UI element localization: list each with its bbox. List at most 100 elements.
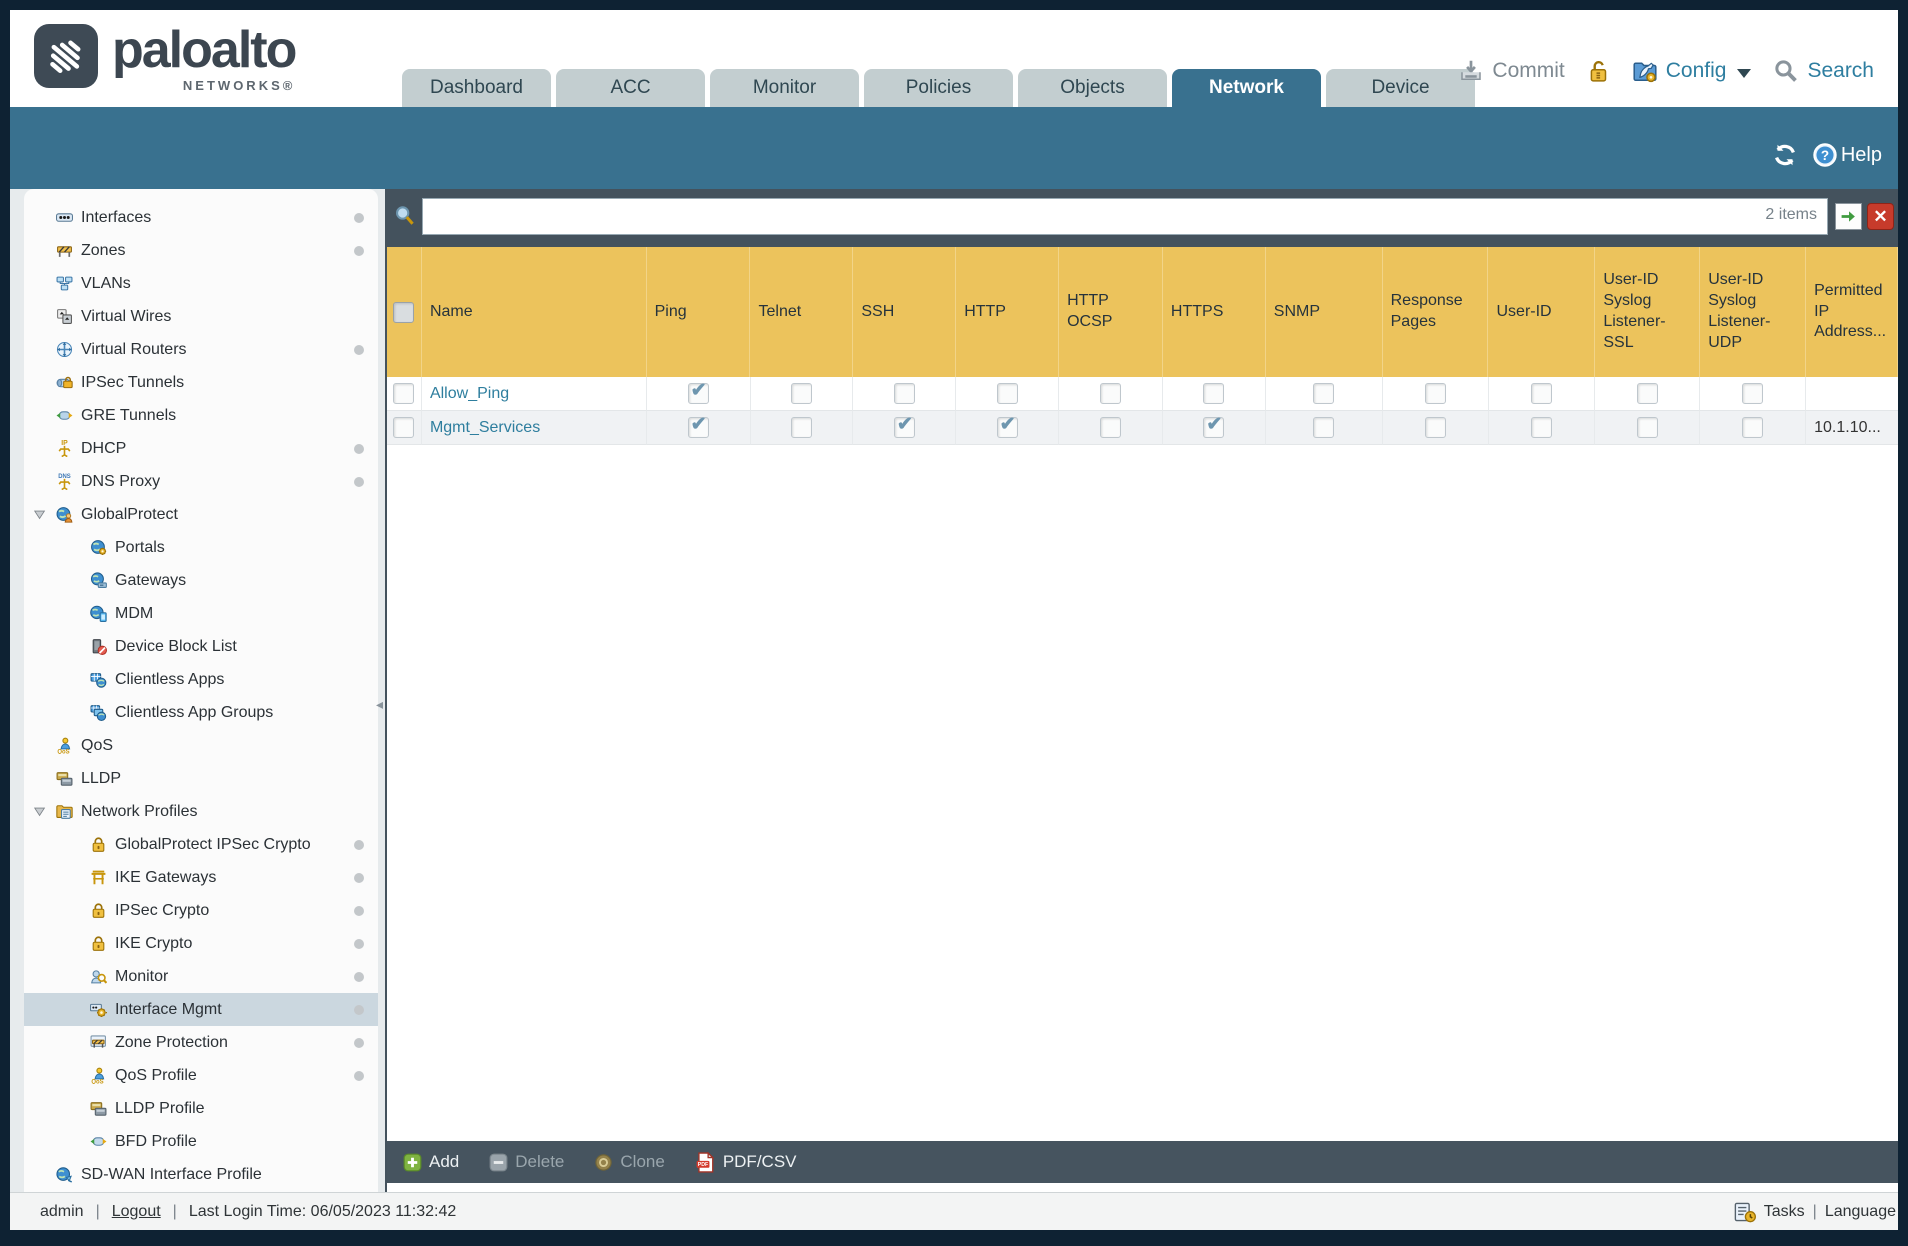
service-checkbox[interactable] xyxy=(790,383,812,404)
service-checkbox[interactable] xyxy=(893,383,915,404)
service-checkbox[interactable] xyxy=(1530,417,1552,438)
sidebar-item-globalprotect[interactable]: GlobalProtect xyxy=(24,498,378,531)
tab-network[interactable]: Network xyxy=(1172,69,1321,107)
sidebar-item-qos[interactable]: QoS QoS xyxy=(24,729,378,762)
sidebar-item-lldp-profile[interactable]: LLDP Profile xyxy=(24,1092,378,1125)
service-checkbox-checked[interactable] xyxy=(1203,413,1225,438)
service-checkbox[interactable] xyxy=(996,383,1018,404)
column-header-http[interactable]: HTTP xyxy=(956,247,1060,377)
service-checkbox-checked[interactable] xyxy=(687,379,709,404)
sidebar-item-network-profiles[interactable]: Network Profiles xyxy=(24,795,378,828)
sidebar-item-clientless-apps[interactable]: Clientless Apps xyxy=(24,663,378,696)
sidebar-item-label: IPSec Tunnels xyxy=(81,373,185,391)
service-checkbox[interactable] xyxy=(1203,383,1225,404)
service-checkbox[interactable] xyxy=(1313,383,1335,404)
service-checkbox[interactable] xyxy=(1100,383,1122,404)
column-header-user-id-syslog-listener-ssl[interactable]: User-ID Syslog Listener-SSL xyxy=(1595,247,1701,377)
config-menu-button[interactable]: Config xyxy=(1666,59,1727,83)
commit-button[interactable]: Commit xyxy=(1492,59,1564,83)
column-header-https[interactable]: HTTPS xyxy=(1163,247,1266,377)
column-header-name[interactable]: Name xyxy=(422,247,647,377)
service-checkbox-checked[interactable] xyxy=(893,413,915,438)
sidebar-item-interfaces[interactable]: Interfaces xyxy=(24,201,378,234)
delete-button[interactable]: Delete xyxy=(489,1152,564,1172)
column-header-ssh[interactable]: SSH xyxy=(853,247,957,377)
tab-dashboard[interactable]: Dashboard xyxy=(402,69,551,107)
qos-icon: QoS xyxy=(56,737,73,754)
sidebar-item-dns-proxy[interactable]: DNS DNS Proxy xyxy=(24,465,378,498)
tab-acc[interactable]: ACC xyxy=(556,69,705,107)
sidebar-item-interface-mgmt[interactable]: Interface Mgmt xyxy=(24,993,378,1026)
sidebar-item-virtual-wires[interactable]: Virtual Wires xyxy=(24,300,378,333)
profile-name-link[interactable]: Allow_Ping xyxy=(430,385,509,403)
row-checkbox[interactable] xyxy=(393,383,415,404)
sidebar-item-sd-wan-interface-profile[interactable]: SD-WAN Interface Profile xyxy=(24,1158,378,1191)
clone-button[interactable]: Clone xyxy=(594,1152,665,1172)
sidebar-item-vlans[interactable]: VLANs xyxy=(24,267,378,300)
service-checkbox[interactable] xyxy=(1636,383,1658,404)
sidebar-item-mdm[interactable]: MDM xyxy=(24,597,378,630)
service-checkbox[interactable] xyxy=(1636,417,1658,438)
service-checkbox[interactable] xyxy=(1530,383,1552,404)
sidebar-item-clientless-app-groups[interactable]: Clientless App Groups xyxy=(24,696,378,729)
add-button[interactable]: Add xyxy=(403,1152,459,1172)
tab-device[interactable]: Device xyxy=(1326,69,1475,107)
logout-link[interactable]: Logout xyxy=(112,1203,161,1221)
sidebar-item-zone-protection[interactable]: Zone Protection xyxy=(24,1026,378,1059)
global-search-button[interactable]: Search xyxy=(1807,59,1874,83)
clear-filter-button[interactable]: ✕ xyxy=(1867,203,1894,230)
lock-icon[interactable] xyxy=(1586,59,1610,83)
expand-triangle-icon[interactable] xyxy=(33,805,47,819)
service-checkbox[interactable] xyxy=(1424,383,1446,404)
service-checkbox-checked[interactable] xyxy=(687,413,709,438)
filter-input[interactable] xyxy=(423,199,1827,234)
sidebar-item-zones[interactable]: Zones xyxy=(24,234,378,267)
tasks-button[interactable]: Tasks xyxy=(1764,1203,1805,1221)
sidebar-collapse-icon[interactable]: ◂ xyxy=(376,696,383,713)
sidebar-item-ike-crypto[interactable]: IKE Crypto xyxy=(24,927,378,960)
service-checkbox[interactable] xyxy=(1313,417,1335,438)
tab-objects[interactable]: Objects xyxy=(1018,69,1167,107)
ike-gateways-icon xyxy=(90,869,107,886)
tab-monitor[interactable]: Monitor xyxy=(710,69,859,107)
service-checkbox[interactable] xyxy=(1100,417,1122,438)
sidebar-item-monitor[interactable]: Monitor xyxy=(24,960,378,993)
sidebar-item-lldp[interactable]: LLDP xyxy=(24,762,378,795)
column-header-telnet[interactable]: Telnet xyxy=(750,247,854,377)
sidebar-item-ipsec-crypto[interactable]: IPSec Crypto xyxy=(24,894,378,927)
refresh-icon[interactable] xyxy=(1773,143,1797,167)
column-header-http-ocsp[interactable]: HTTP OCSP xyxy=(1059,247,1163,377)
sidebar-item-portals[interactable]: Portals xyxy=(24,531,378,564)
sidebar-item-ipsec-tunnels[interactable]: IPSec Tunnels xyxy=(24,366,378,399)
column-header-response-pages[interactable]: Response Pages xyxy=(1383,247,1489,377)
profile-name-link[interactable]: Mgmt_Services xyxy=(430,419,540,437)
column-header-user-id-syslog-listener-udp[interactable]: User-ID Syslog Listener-UDP xyxy=(1700,247,1807,377)
sidebar-item-gre-tunnels[interactable]: GRE Tunnels xyxy=(24,399,378,432)
sidebar-item-qos-profile[interactable]: QoS QoS Profile xyxy=(24,1059,378,1092)
service-checkbox-checked[interactable] xyxy=(996,413,1018,438)
service-checkbox[interactable] xyxy=(1742,417,1764,438)
sidebar-item-gateways[interactable]: Gateways xyxy=(24,564,378,597)
pdf-csv-button[interactable]: PDF PDF/CSV xyxy=(695,1151,797,1173)
service-checkbox[interactable] xyxy=(1424,417,1446,438)
chevron-down-icon[interactable] xyxy=(1737,68,1752,78)
tab-policies[interactable]: Policies xyxy=(864,69,1013,107)
language-button[interactable]: Language xyxy=(1825,1203,1896,1221)
sidebar-item-globalprotect-ipsec-crypto[interactable]: GlobalProtect IPSec Crypto xyxy=(24,828,378,861)
sidebar-item-bfd-profile[interactable]: BFD Profile xyxy=(24,1125,378,1158)
column-header-permitted-ip-address[interactable]: Permitted IP Address... xyxy=(1806,247,1898,377)
sidebar-item-ike-gateways[interactable]: IKE Gateways xyxy=(24,861,378,894)
expand-triangle-icon[interactable] xyxy=(33,508,47,522)
row-checkbox[interactable] xyxy=(393,417,415,438)
help-link[interactable]: Help xyxy=(1841,144,1882,167)
sidebar-item-dhcp[interactable]: IP DHCP xyxy=(24,432,378,465)
column-header-user-id[interactable]: User-ID xyxy=(1488,247,1596,377)
column-header-ping[interactable]: Ping xyxy=(647,247,751,377)
service-checkbox[interactable] xyxy=(1742,383,1764,404)
select-all-checkbox[interactable] xyxy=(387,247,422,377)
service-checkbox[interactable] xyxy=(790,417,812,438)
sidebar-item-virtual-routers[interactable]: Virtual Routers xyxy=(24,333,378,366)
apply-filter-button[interactable] xyxy=(1835,203,1862,230)
sidebar-item-device-block-list[interactable]: Device Block List xyxy=(24,630,378,663)
column-header-snmp[interactable]: SNMP xyxy=(1266,247,1383,377)
